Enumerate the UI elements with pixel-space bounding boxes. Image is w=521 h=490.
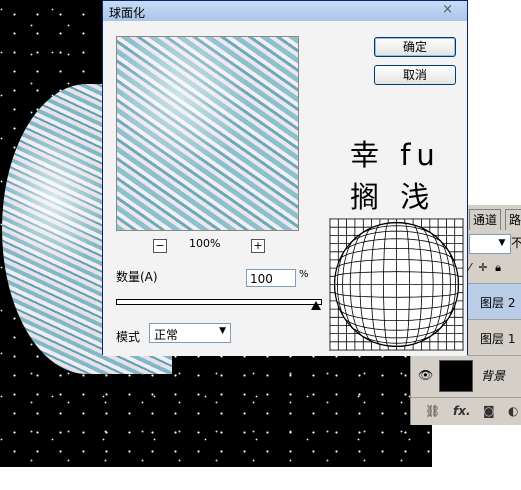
brush-icon[interactable]: ⁄ xyxy=(469,261,473,274)
zoom-out-button[interactable]: − xyxy=(153,239,167,253)
amount-slider[interactable] xyxy=(116,299,322,305)
mode-select[interactable]: 正常 ▼ xyxy=(149,323,231,343)
layer-thumbnail xyxy=(439,360,473,392)
layer-name: 图层 1 xyxy=(480,332,516,346)
mode-label: 模式 xyxy=(116,330,141,344)
sphere-grid-preview xyxy=(329,218,464,351)
close-icon[interactable]: × xyxy=(442,2,453,17)
move-icon[interactable]: ✛ xyxy=(478,261,489,274)
spherize-dialog: 球面化 × − 100% + 确定 取消 数量(A) 100 % 模式 正常 ▼… xyxy=(102,0,468,356)
layers-panel-footer: ⛓︎ fx. ◙ ◐ xyxy=(411,397,521,426)
adjustment-icon[interactable]: ◐ xyxy=(508,404,518,418)
layer-name: 图层 2 xyxy=(480,296,516,310)
dialog-title: 球面化 xyxy=(109,6,146,20)
title-bar[interactable]: 球面化 × xyxy=(103,1,467,21)
zoom-in-button[interactable]: + xyxy=(251,239,265,253)
amount-label: 数量(A) xyxy=(116,270,158,284)
cancel-button[interactable]: 取消 xyxy=(374,65,456,85)
lock-icon[interactable]: 🔒︎ xyxy=(495,261,503,274)
eye-icon[interactable]: 👁︎ xyxy=(418,368,433,382)
layer-name: 背景 xyxy=(481,369,506,383)
mask-icon[interactable]: ◙ xyxy=(483,404,495,418)
tab-paths[interactable]: 路 xyxy=(505,209,521,230)
tab-channels[interactable]: 通道 xyxy=(469,209,502,230)
ok-button[interactable]: 确定 xyxy=(374,37,456,57)
layer-row-layer1[interactable]: 图层 1 xyxy=(468,319,521,356)
blend-mode-select[interactable]: ▼ xyxy=(469,234,511,254)
watermark-text: 幸 fu 搁 浅 xyxy=(350,138,441,214)
zoom-level: 100% xyxy=(189,237,221,250)
opacity-label: 不 xyxy=(511,236,521,250)
filter-preview[interactable] xyxy=(116,36,299,231)
amount-unit: % xyxy=(299,269,309,280)
chevron-down-icon: ▼ xyxy=(498,238,506,248)
slider-thumb[interactable] xyxy=(311,301,321,310)
mode-value: 正常 xyxy=(154,328,179,342)
layer-row-layer2[interactable]: 图层 2 xyxy=(468,283,521,320)
fx-icon[interactable]: fx. xyxy=(453,404,471,418)
panel-tabs: 通道 路 xyxy=(469,205,521,230)
chevron-down-icon: ▼ xyxy=(219,326,226,336)
lock-toolbar: ⁄ ✛ 🔒︎ xyxy=(469,261,503,275)
layer-row-background[interactable]: 👁︎ 背景 xyxy=(411,355,521,396)
link-icon[interactable]: ⛓︎ xyxy=(425,404,440,418)
amount-input[interactable]: 100 xyxy=(246,269,296,287)
